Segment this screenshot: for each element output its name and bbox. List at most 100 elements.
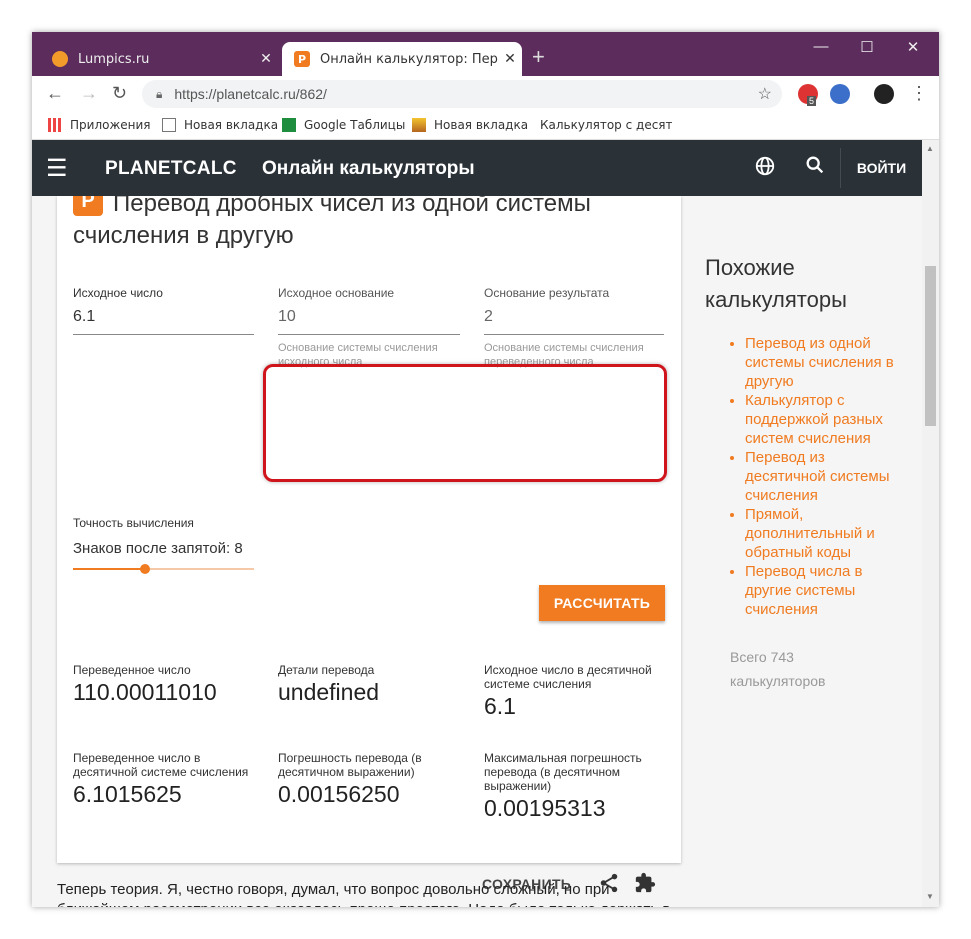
total-calculators: Всего 743 калькуляторов: [730, 649, 826, 689]
sidebar-heading: Похожие калькуляторы: [705, 255, 847, 312]
result-label: Детали перевода: [278, 663, 375, 677]
result-label: Погрешность перевода (в десятичном выраж…: [278, 751, 422, 779]
result-base-field: Основание результата 2 Основание системы…: [484, 286, 664, 369]
related-link-text[interactable]: Перевод из десятичной системы счисления: [745, 449, 889, 504]
bookmark-label: Калькулятор с десятичн: [540, 118, 672, 132]
site-header: ☰ PLANETCALC Онлайн калькуляторы ВОЙТИ: [32, 140, 922, 196]
slider-knob[interactable]: [140, 564, 151, 574]
result-value: undefined: [278, 679, 380, 705]
site-brand[interactable]: PLANETCALC: [105, 158, 237, 180]
page-scrollbar[interactable]: ▲ ▼: [922, 140, 939, 907]
calculator-title: P Перевод дробных чисел из одной системы …: [73, 186, 633, 252]
extension-badge: 5: [807, 96, 817, 106]
precision-field: Точность вычисления Знаков после запятой…: [73, 516, 254, 575]
back-arrow-icon[interactable]: ←: [46, 83, 64, 104]
scroll-down-icon[interactable]: ▼: [926, 892, 934, 901]
bookmark-google-sheets[interactable]: Google Таблицы: [282, 118, 405, 132]
calculator-card: P Перевод дробных чисел из одной системы …: [57, 186, 681, 893]
apps-grid-icon: [48, 118, 62, 132]
planetcalc-favicon-icon: P: [294, 51, 310, 67]
tab-lumpics[interactable]: Lumpics.ru ✕: [40, 42, 278, 76]
result-value: 6.1: [484, 693, 516, 719]
related-link-text[interactable]: Перевод из одной системы счисления в дру…: [745, 335, 894, 390]
bookmark-label: Google Таблицы: [304, 118, 406, 132]
result-max-error: Максимальная погрешность перевода (в дес…: [484, 751, 664, 822]
close-window-button[interactable]: ✕: [890, 38, 936, 56]
globe-extension-icon[interactable]: [830, 84, 850, 104]
bookmark-label: Новая вкладка: [434, 118, 529, 132]
result-label: Исходное число в десятичной системе счис…: [484, 663, 652, 691]
tab-planetcalc[interactable]: P Онлайн калькулятор: Перевод д ✕: [282, 42, 522, 76]
calculate-button[interactable]: РАССЧИТАТЬ: [539, 585, 665, 621]
source-number-field: Исходное число 6.1: [73, 286, 254, 335]
result-label: Максимальная погрешность перевода (в дес…: [484, 751, 642, 793]
scroll-up-icon[interactable]: ▲: [926, 144, 934, 153]
page-icon: [162, 118, 176, 132]
result-label: Переведенное число: [73, 663, 191, 677]
related-link-text[interactable]: Калькулятор с поддержкой разных систем с…: [745, 392, 883, 447]
avatar[interactable]: [874, 84, 894, 104]
related-calculators: Похожие калькуляторы Перевод из одной си…: [705, 252, 905, 693]
result-conversion-details: Детали перевода undefined: [278, 663, 463, 706]
hamburger-menu-icon[interactable]: ☰: [46, 154, 68, 183]
result-value: 6.1015625: [73, 781, 182, 807]
new-tab-button[interactable]: +: [532, 44, 545, 70]
result-value: 110.00011010: [73, 679, 217, 705]
field-label: Основание результата: [484, 286, 610, 300]
related-link-text[interactable]: Прямой, дополнительный и обратный коды: [745, 506, 875, 561]
result-converted-decimal: Переведенное число в десятичной системе …: [73, 751, 258, 808]
close-tab-icon[interactable]: ✕: [498, 51, 522, 67]
bookmark-label: Приложения: [70, 118, 151, 132]
close-tab-icon[interactable]: ✕: [254, 51, 278, 67]
url-text: https://planetcalc.ru/862/: [174, 86, 327, 102]
address-toolbar: ← → ↻ 🔒︎ https://planetcalc.ru/862/ ☆ 5 …: [32, 76, 939, 112]
site-subtitle[interactable]: Онлайн калькуляторы: [262, 158, 475, 180]
minimize-button[interactable]: —: [798, 38, 844, 55]
related-link[interactable]: Перевод из одной системы счисления в дру…: [745, 334, 905, 391]
tab-bar: Lumpics.ru ✕ P Онлайн калькулятор: Перев…: [32, 32, 939, 76]
bookmark-new-tab-2[interactable]: Новая вкладка: [412, 118, 528, 132]
lock-icon: 🔒︎: [156, 86, 163, 101]
login-button[interactable]: ВОЙТИ: [840, 148, 922, 188]
maximize-button[interactable]: ☐: [844, 38, 890, 56]
forward-arrow-icon[interactable]: →: [80, 83, 98, 104]
slider-fill: [73, 568, 146, 570]
highlight-frame: [263, 364, 667, 482]
tab-title: Lumpics.ru: [78, 51, 150, 67]
browser-window: Lumpics.ru ✕ P Онлайн калькулятор: Перев…: [32, 32, 939, 907]
field-label: Исходное число: [73, 286, 163, 300]
page-viewport: P Перевод дробных чисел из одной системы …: [32, 140, 922, 907]
related-link[interactable]: Перевод числа в другие системы счисления: [745, 562, 905, 619]
tab-title: Онлайн калькулятор: Перевод д: [320, 51, 498, 67]
result-source-decimal: Исходное число в десятичной системе счис…: [484, 663, 664, 720]
bookmark-star-icon[interactable]: ☆: [758, 84, 772, 104]
source-number-input[interactable]: 6.1: [73, 308, 254, 335]
result-base-input[interactable]: 2: [484, 308, 664, 335]
calculator-title-text: Перевод дробных чисел из одной системы с…: [73, 190, 591, 249]
address-bar[interactable]: 🔒︎ https://planetcalc.ru/862/ ☆: [142, 80, 782, 108]
globe-icon[interactable]: [754, 155, 776, 183]
reload-icon[interactable]: ↻: [112, 83, 127, 104]
source-base-input[interactable]: 10: [278, 308, 460, 335]
related-link[interactable]: Калькулятор с поддержкой разных систем с…: [745, 391, 905, 448]
related-link[interactable]: Перевод из десятичной системы счисления: [745, 448, 905, 505]
bookmark-new-tab-1[interactable]: Новая вкладка: [162, 118, 278, 132]
precision-value: Знаков после запятой: 8: [73, 540, 243, 557]
more-menu-icon[interactable]: ⋮: [910, 83, 928, 104]
result-conversion-error: Погрешность перевода (в десятичном выраж…: [278, 751, 463, 808]
bookmark-apps[interactable]: Приложения: [48, 118, 151, 132]
precision-slider[interactable]: [73, 563, 254, 575]
image-icon: [412, 118, 426, 132]
bookmarks-bar: Приложения Новая вкладка Google Таблицы …: [32, 112, 939, 140]
theory-text: Теперь теория. Я, честно говоря, думал, …: [57, 881, 670, 907]
result-value: 0.00156250: [278, 781, 400, 807]
lumpics-favicon-icon: [52, 51, 68, 67]
bookmark-calculator[interactable]: Калькулятор с десятичн: [532, 118, 672, 132]
related-link-text[interactable]: Перевод числа в другие системы счисления: [745, 563, 862, 618]
result-value: 0.00195313: [484, 795, 606, 821]
bookmark-label: Новая вкладка: [184, 118, 279, 132]
sheets-icon: [282, 118, 296, 132]
search-icon[interactable]: [804, 154, 826, 182]
related-link[interactable]: Прямой, дополнительный и обратный коды: [745, 505, 905, 562]
scrollbar-thumb[interactable]: [925, 266, 936, 426]
